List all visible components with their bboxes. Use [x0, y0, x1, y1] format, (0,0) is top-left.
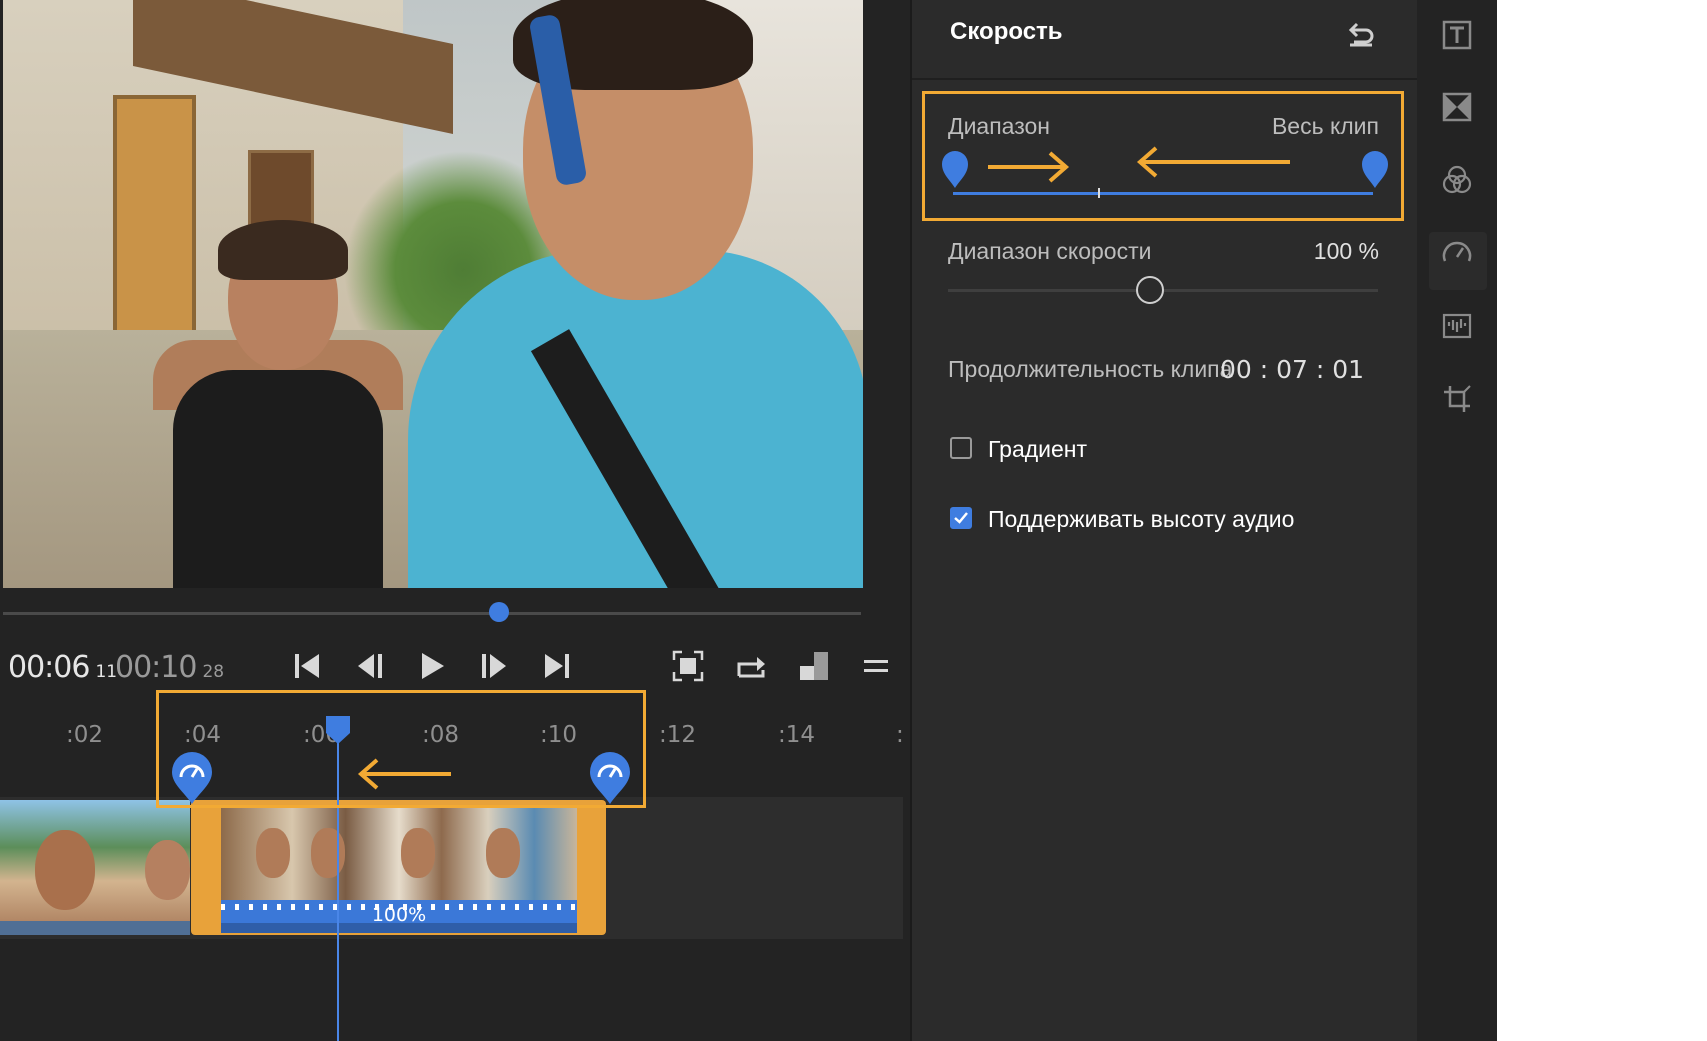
- current-time: 00:06: [8, 650, 90, 685]
- step-forward-icon: [482, 654, 506, 678]
- total-frames: 28: [202, 662, 225, 682]
- step-back-button[interactable]: [352, 648, 388, 684]
- speed-value: 100 %: [1313, 238, 1379, 264]
- crop-tool-button[interactable]: [1441, 383, 1473, 415]
- crop-icon: [1444, 385, 1471, 412]
- skip-start-icon: [295, 654, 319, 678]
- range-start-handle[interactable]: [940, 150, 970, 190]
- text-tool-button[interactable]: [1441, 19, 1473, 51]
- arrow-left-icon: [1136, 146, 1290, 178]
- checkmark-icon: [954, 512, 968, 524]
- keep-pitch-label[interactable]: Поддерживать высоту аудио: [988, 506, 1294, 533]
- quality-icon: [800, 652, 828, 680]
- play-icon: [422, 653, 444, 679]
- timeline-clip[interactable]: [0, 800, 190, 935]
- selected-timeline-clip[interactable]: 100%: [191, 800, 606, 935]
- speed-panel: Скорость Диапазон Весь клип Диапазон ско…: [910, 0, 1417, 1041]
- panel-header: Скорость: [912, 0, 1417, 80]
- range-end-handle[interactable]: [1360, 150, 1390, 190]
- go-to-start-button[interactable]: [289, 648, 325, 684]
- loop-icon: [737, 657, 765, 678]
- preview-scrubber-knob[interactable]: [489, 602, 509, 622]
- text-icon: [1442, 20, 1472, 50]
- speed-range-label: Диапазон скорости: [948, 238, 1152, 264]
- panel-title: Скорость: [950, 18, 1063, 45]
- ruler-label: :02: [66, 722, 104, 748]
- video-preview: [3, 0, 863, 588]
- transition-tool-button[interactable]: [1441, 91, 1473, 123]
- fit-to-screen-button[interactable]: [670, 648, 706, 684]
- arrow-left-icon: [357, 758, 451, 790]
- preview-scrubber-track[interactable]: [3, 612, 861, 615]
- clip-duration-label: Продолжительность клипа: [948, 356, 1233, 382]
- arrow-right-icon: [988, 151, 1070, 183]
- keep-pitch-checkbox[interactable]: [950, 507, 972, 529]
- range-slider-track[interactable]: [953, 192, 1373, 195]
- ruler-label: :14: [778, 722, 816, 748]
- tools-sidebar: [1419, 0, 1497, 1041]
- gradient-label[interactable]: Градиент: [988, 436, 1087, 463]
- color-tool-button[interactable]: [1441, 164, 1473, 196]
- step-forward-button[interactable]: [476, 648, 512, 684]
- fit-screen-icon: [672, 650, 704, 682]
- total-timecode: 00:10 28: [115, 650, 224, 685]
- range-playhead-tick: [1098, 188, 1100, 198]
- loop-button[interactable]: [733, 648, 769, 684]
- skip-end-icon: [545, 654, 569, 678]
- clip-duration-value[interactable]: 00 : 07 : 01: [1220, 355, 1364, 384]
- gradient-checkbox[interactable]: [950, 437, 972, 459]
- color-icon: [1442, 165, 1472, 194]
- whole-clip-label[interactable]: Весь клип: [1272, 113, 1379, 140]
- timeline-menu-button[interactable]: [858, 648, 894, 684]
- play-button[interactable]: [414, 648, 450, 684]
- ruler-label: :12: [659, 722, 697, 748]
- step-back-icon: [358, 654, 382, 678]
- menu-icon: [864, 660, 888, 672]
- current-timecode: 00:06 11: [8, 650, 117, 685]
- total-time: 00:10: [115, 650, 197, 685]
- transition-icon: [1442, 92, 1472, 122]
- range-label: Диапазон: [948, 113, 1050, 139]
- video-editor-app: 00:06 11 00:10 28 :02 :04 :06 :08 :10 :12 …: [0, 0, 1497, 1041]
- speed-slider-knob[interactable]: [1136, 276, 1165, 304]
- current-frames: 11: [95, 662, 118, 682]
- audio-icon: [1442, 313, 1472, 339]
- quality-button[interactable]: [796, 648, 832, 684]
- speed-icon: [1442, 241, 1472, 262]
- speed-tool-button[interactable]: [1441, 237, 1473, 269]
- audio-tool-button[interactable]: [1441, 310, 1473, 342]
- reset-icon[interactable]: [1346, 18, 1376, 48]
- ruler-label: :: [896, 722, 904, 748]
- go-to-end-button[interactable]: [539, 648, 575, 684]
